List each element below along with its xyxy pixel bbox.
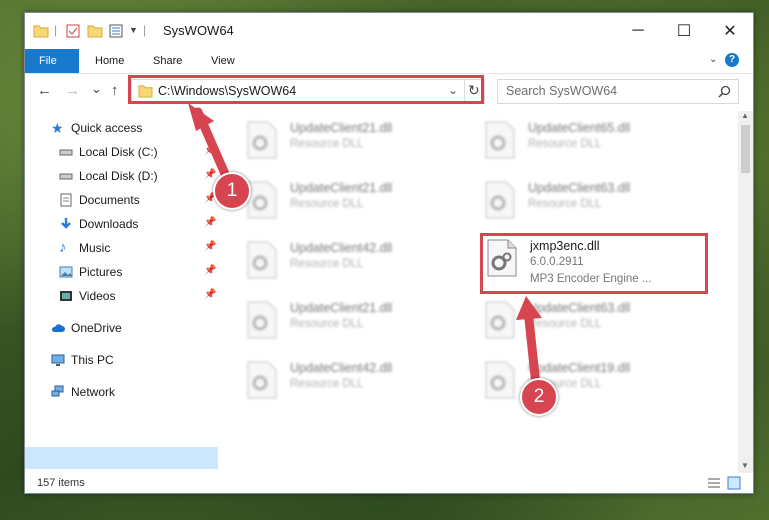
arrow-2-head [516,296,542,320]
arrow-1-head [188,103,214,131]
step-2-badge: 2 [520,378,558,416]
step-1-badge: 1 [213,172,251,210]
annotation-arrows [188,103,542,390]
arrow-2 [523,305,541,390]
